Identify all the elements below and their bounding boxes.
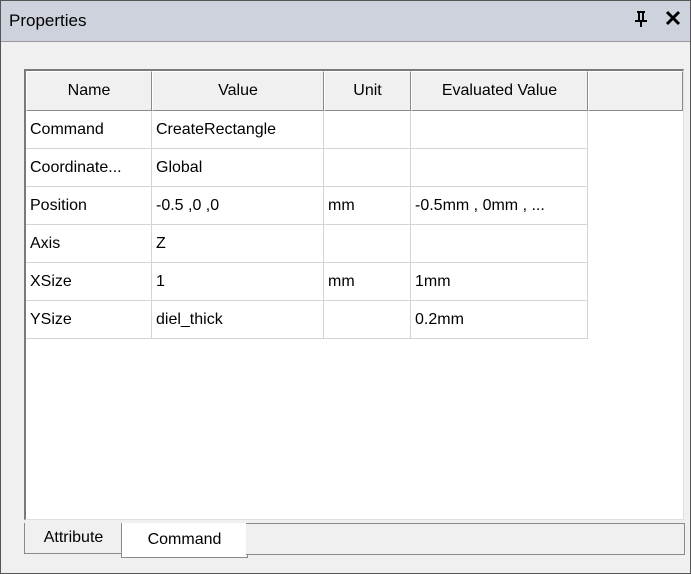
cell-unit[interactable]: mm bbox=[324, 187, 411, 225]
cell-unit[interactable] bbox=[324, 301, 411, 339]
tab-attribute[interactable]: Attribute bbox=[24, 523, 123, 554]
cell-name[interactable]: YSize bbox=[26, 301, 152, 339]
cell-unit[interactable] bbox=[324, 149, 411, 187]
table-row[interactable]: Coordinate... Global bbox=[26, 149, 588, 187]
cell-value[interactable]: Z bbox=[152, 225, 324, 263]
tab-strip: Attribute Command bbox=[24, 523, 685, 559]
tab-strip-filler bbox=[246, 523, 685, 555]
titlebar-divider bbox=[1, 41, 690, 42]
cell-value[interactable]: diel_thick bbox=[152, 301, 324, 339]
column-header-blank[interactable] bbox=[588, 71, 683, 111]
cell-name[interactable]: Coordinate... bbox=[26, 149, 152, 187]
cell-evaluated-value[interactable]: 0.2mm bbox=[411, 301, 588, 339]
close-icon[interactable] bbox=[665, 8, 681, 34]
cell-unit[interactable]: mm bbox=[324, 263, 411, 301]
cell-value[interactable]: CreateRectangle bbox=[152, 111, 324, 149]
column-header-unit[interactable]: Unit bbox=[324, 71, 411, 111]
cell-evaluated-value[interactable]: 1mm bbox=[411, 263, 588, 301]
cell-name[interactable]: XSize bbox=[26, 263, 152, 301]
pin-icon[interactable] bbox=[634, 10, 648, 33]
cell-name[interactable]: Position bbox=[26, 187, 152, 225]
cell-evaluated-value[interactable] bbox=[411, 111, 588, 149]
table-row[interactable]: Axis Z bbox=[26, 225, 588, 263]
cell-name[interactable]: Command bbox=[26, 111, 152, 149]
cell-evaluated-value[interactable] bbox=[411, 149, 588, 187]
cell-evaluated-value[interactable]: -0.5mm , 0mm , ... bbox=[411, 187, 588, 225]
cell-unit[interactable] bbox=[324, 225, 411, 263]
table-row[interactable]: YSize diel_thick 0.2mm bbox=[26, 301, 588, 339]
cell-evaluated-value[interactable] bbox=[411, 225, 588, 263]
column-header-name[interactable]: Name bbox=[26, 71, 152, 111]
cell-unit[interactable] bbox=[324, 111, 411, 149]
panel-title: Properties bbox=[9, 11, 87, 30]
tab-command[interactable]: Command bbox=[121, 523, 248, 558]
properties-panel: Properties Name Value Unit Evaluated Val… bbox=[0, 0, 691, 574]
cell-value[interactable]: 1 bbox=[152, 263, 324, 301]
table-row[interactable]: Command CreateRectangle bbox=[26, 111, 588, 149]
cell-value[interactable]: -0.5 ,0 ,0 bbox=[152, 187, 324, 225]
column-header-evaluated-value[interactable]: Evaluated Value bbox=[411, 71, 588, 111]
table-row[interactable]: XSize 1 mm 1mm bbox=[26, 263, 588, 301]
table-row[interactable]: Position -0.5 ,0 ,0 mm -0.5mm , 0mm , ..… bbox=[26, 187, 588, 225]
cell-value[interactable]: Global bbox=[152, 149, 324, 187]
header-row: Name Value Unit Evaluated Value bbox=[26, 71, 683, 111]
column-header-value[interactable]: Value bbox=[152, 71, 324, 111]
cell-name[interactable]: Axis bbox=[26, 225, 152, 263]
property-grid: Name Value Unit Evaluated Value Command … bbox=[24, 69, 684, 520]
panel-titlebar: Properties bbox=[1, 1, 690, 41]
